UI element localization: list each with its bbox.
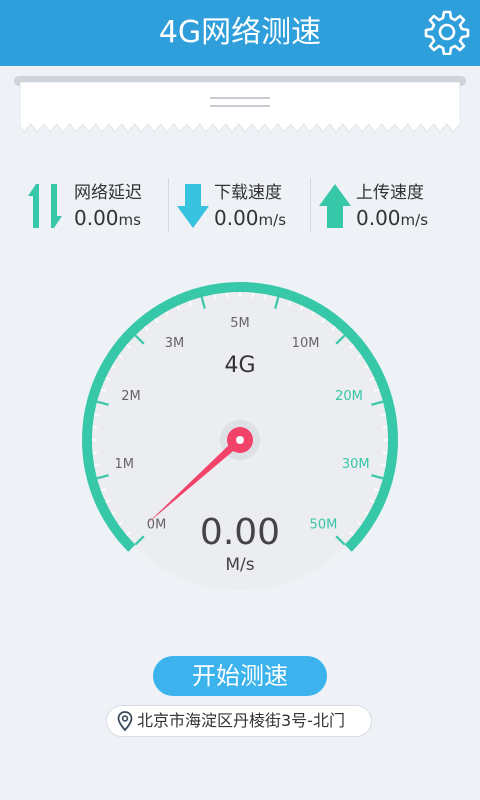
stat-value: 0.00ms <box>74 206 141 230</box>
location-bar[interactable]: 北京市海淀区丹棱街3号-北门 <box>106 705 372 737</box>
gauge-tick-label: 20M <box>335 389 363 404</box>
gauge-tick-label: 5M <box>230 316 250 331</box>
gauge-tick-label: 50M <box>310 517 338 532</box>
stat-value: 0.00m/s <box>214 206 287 230</box>
stat-label: 网络延迟 <box>74 183 142 203</box>
gauge-tick-label: 10M <box>292 336 320 351</box>
gauge-tick-label: 0M <box>147 517 167 532</box>
stat-latency: 网络延迟 0.00ms <box>26 178 166 234</box>
gauge-minor-tick <box>94 413 100 416</box>
stat-divider <box>168 178 169 232</box>
app-header: 4G网络测速 <box>0 0 480 66</box>
stat-divider <box>310 178 311 232</box>
gauge-minor-tick <box>213 294 216 300</box>
stat-value: 0.00m/s <box>356 206 429 230</box>
gauge-tick-label: 30M <box>342 457 370 472</box>
stat-unit: m/s <box>258 211 287 229</box>
needle-hub-center <box>236 436 244 444</box>
gauge-minor-tick <box>380 464 386 467</box>
stat-label: 下载速度 <box>214 183 282 203</box>
drag-handle-icon[interactable] <box>210 97 270 109</box>
start-test-button[interactable]: 开始测速 <box>153 656 327 696</box>
gauge-tick-label: 2M <box>121 389 141 404</box>
network-type-label: 4G <box>224 353 255 378</box>
stat-upload: 上传速度 0.00m/s <box>318 178 458 234</box>
gauge-tick-label: 1M <box>115 457 135 472</box>
gear-icon[interactable] <box>424 9 470 55</box>
gauge-tick-label: 3M <box>165 336 185 351</box>
gauge-minor-tick <box>94 464 100 467</box>
speed-gauge: 0M 1M 2M 3M 5M 10M 20M 30M 50M 4G 0.00 M/s <box>82 282 399 590</box>
stat-unit: ms <box>118 211 141 229</box>
gauge-minor-tick <box>380 413 386 416</box>
stat-unit: m/s <box>400 211 429 229</box>
gauge-minor-tick <box>264 294 267 300</box>
location-text: 北京市海淀区丹棱街3号-北门 <box>137 711 345 730</box>
location-pin-icon <box>117 711 133 731</box>
latency-arrows-icon <box>28 184 62 228</box>
stat-download: 下载速度 0.00m/s <box>176 178 306 234</box>
gauge-value: 0.00 <box>200 512 280 553</box>
stat-label: 上传速度 <box>356 183 424 203</box>
page-title: 4G网络测速 <box>158 15 322 50</box>
gauge-unit: M/s <box>225 555 254 575</box>
